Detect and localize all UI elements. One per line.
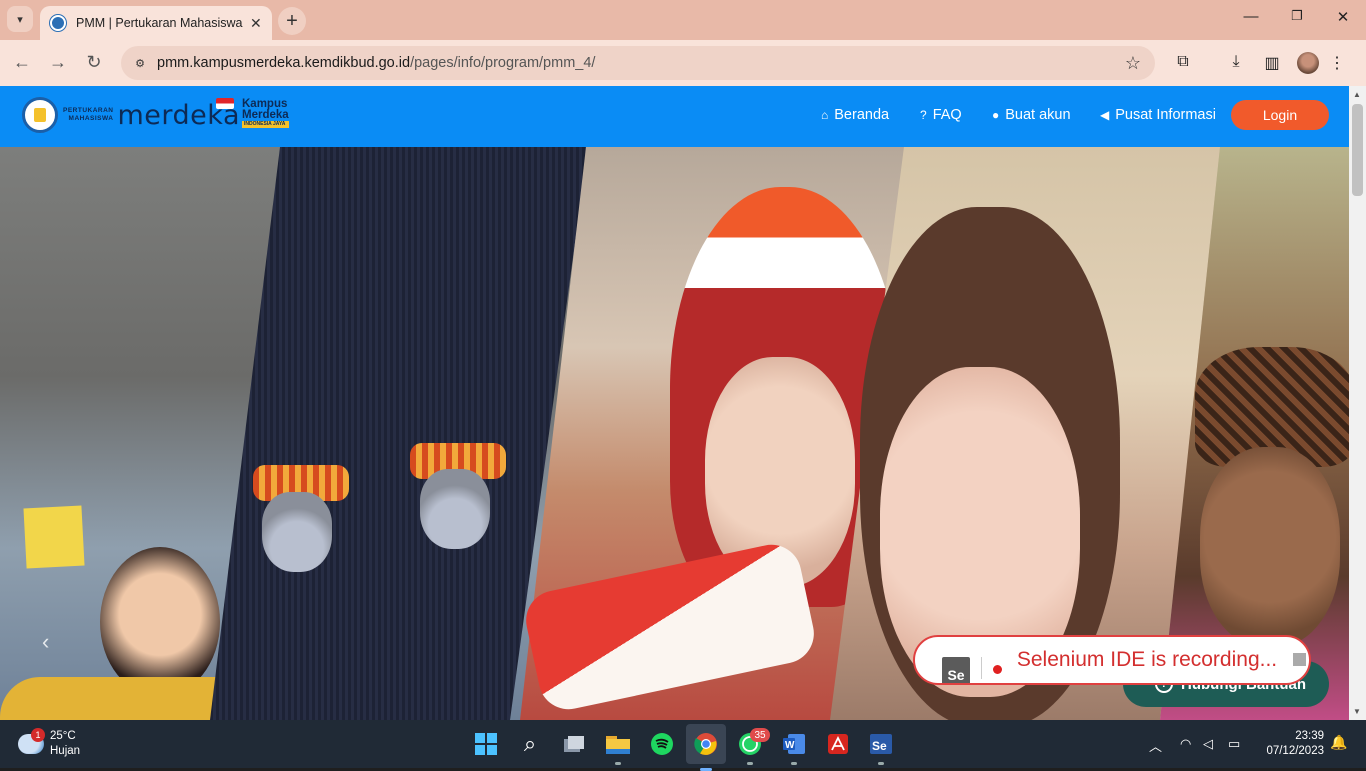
web-page: PERTUKARAN MAHASISWA merdeka Kampus Merd… — [0, 86, 1349, 720]
selenium-status-text: Selenium IDE is recording... — [1016, 648, 1278, 671]
windows-taskbar: 1 25°C Hujan ⌕ W Se ︿ ◠ ◁ ▭ 23:39 07/12/… — [0, 720, 1366, 771]
rain-cloud-icon: 1 — [18, 728, 45, 754]
task-view-icon[interactable] — [560, 730, 588, 758]
stop-recording-icon[interactable] — [1293, 653, 1306, 666]
url-text[interactable]: pmm.kampusmerdeka.kemdikbud.go.id/pages/… — [157, 55, 595, 71]
logo-kampus-merdeka: Kampus Merdeka INDONESIA JAYA — [242, 97, 289, 128]
nav-buat-akun[interactable]: ● Buat akun — [992, 107, 1071, 123]
new-tab-button[interactable]: + — [278, 7, 306, 35]
notification-bell-icon[interactable]: 🔔 — [1330, 734, 1347, 751]
weather-badge: 1 — [31, 728, 45, 742]
tab-search-button[interactable]: ▾ — [7, 6, 33, 32]
volume-icon[interactable]: ◁ — [1203, 736, 1213, 752]
taskbar-clock[interactable]: 23:39 07/12/2023 — [1258, 729, 1324, 759]
address-bar[interactable]: ⚙ pmm.kampusmerdeka.kemdikbud.go.id/page… — [121, 46, 1155, 80]
weather-condition: Hujan — [50, 745, 81, 757]
browser-tab-bar: ▾ PMM | Pertukaran Mahasiswa M ✕ + — ❐ ✕ — [0, 0, 1366, 40]
word-icon[interactable]: W — [780, 730, 808, 765]
svg-text:Se: Se — [872, 739, 887, 753]
nav-beranda[interactable]: ⌂ Beranda — [821, 107, 889, 123]
windows-logo-icon — [475, 733, 497, 755]
site-favicon-icon — [50, 15, 66, 31]
download-icon[interactable]: ⤓ — [1225, 53, 1247, 71]
wifi-icon[interactable]: ◠ — [1180, 736, 1191, 752]
scroll-up-icon[interactable]: ▲ — [1353, 90, 1361, 99]
browser-toolbar: ← → ↻ ⚙ pmm.kampusmerdeka.kemdikbud.go.i… — [0, 40, 1366, 86]
svg-text:W: W — [785, 740, 795, 751]
dancer-face — [262, 492, 332, 572]
temperature: 25°C — [50, 730, 76, 742]
student-face — [100, 547, 220, 697]
logo-pertukaran-mahasiswa: PERTUKARAN MAHASISWA — [63, 107, 114, 122]
indonesia-flag-icon — [216, 98, 234, 109]
selenium-divider — [981, 657, 982, 679]
nav-pusat-informasi[interactable]: ◀ Pusat Informasi — [1100, 107, 1216, 123]
question-icon: ? — [920, 108, 927, 122]
selenium-logo-icon: Se — [942, 657, 970, 683]
site-settings-icon[interactable]: ⚙ — [130, 53, 150, 73]
man-face — [1200, 447, 1340, 647]
battery-icon[interactable]: ▭ — [1228, 736, 1240, 752]
home-icon: ⌂ — [821, 108, 829, 122]
sticky-note — [23, 505, 85, 569]
side-panel-icon[interactable]: ▥ — [1261, 53, 1283, 73]
bookmark-star-icon[interactable]: ☆ — [1125, 53, 1141, 74]
recording-dot-icon — [993, 665, 1002, 674]
dancer-face — [420, 469, 490, 549]
nav-faq[interactable]: ? FAQ — [920, 107, 962, 123]
user-icon: ● — [992, 108, 1000, 122]
back-icon[interactable]: ← — [11, 52, 33, 73]
weather-widget[interactable]: 1 25°C Hujan — [18, 728, 81, 759]
chrome-icon[interactable] — [686, 724, 726, 771]
whatsapp-badge: 35 — [750, 728, 770, 742]
scroll-down-icon[interactable]: ▼ — [1353, 707, 1361, 716]
megaphone-icon: ◀ — [1100, 108, 1110, 122]
pmm-logo[interactable]: PERTUKARAN MAHASISWA merdeka Kampus Merd… — [22, 97, 289, 133]
profile-avatar[interactable] — [1297, 52, 1319, 74]
site-header: PERTUKARAN MAHASISWA merdeka Kampus Merd… — [0, 86, 1349, 147]
kemdikbud-emblem-icon — [22, 97, 58, 133]
search-icon[interactable]: ⌕ — [516, 730, 544, 758]
acrobat-icon[interactable] — [824, 730, 852, 758]
forward-icon[interactable]: → — [47, 52, 69, 73]
menu-dots-icon[interactable]: ⋮ — [1326, 53, 1348, 73]
carousel-prev-icon[interactable]: ‹ — [42, 629, 49, 655]
tray-chevron-icon[interactable]: ︿ — [1149, 736, 1162, 755]
login-button[interactable]: Login — [1231, 100, 1329, 130]
extensions-icon[interactable]: ⧉ — [1172, 53, 1194, 71]
tab-close-icon[interactable]: ✕ — [250, 15, 262, 32]
file-explorer-icon[interactable] — [604, 730, 632, 765]
selenium-recording-banner: Se Selenium IDE is recording... — [913, 635, 1311, 685]
reload-icon[interactable]: ↻ — [83, 52, 105, 73]
scrollbar-thumb[interactable] — [1352, 104, 1363, 196]
browser-tab[interactable]: PMM | Pertukaran Mahasiswa M ✕ — [40, 6, 272, 40]
window-close-icon[interactable]: ✕ — [1328, 8, 1358, 26]
selenium-ide-icon[interactable]: Se — [867, 730, 895, 765]
restore-icon[interactable]: ❐ — [1282, 8, 1312, 24]
spotify-icon[interactable] — [648, 730, 676, 758]
page-scrollbar[interactable]: ▲ ▼ — [1349, 86, 1366, 720]
minimize-icon[interactable]: — — [1236, 8, 1266, 25]
start-button[interactable] — [472, 730, 500, 758]
tab-title: PMM | Pertukaran Mahasiswa M — [76, 16, 244, 30]
hero-carousel: ‹ ? Hubungi Bantuan Se Selenium IDE is r… — [0, 147, 1349, 720]
